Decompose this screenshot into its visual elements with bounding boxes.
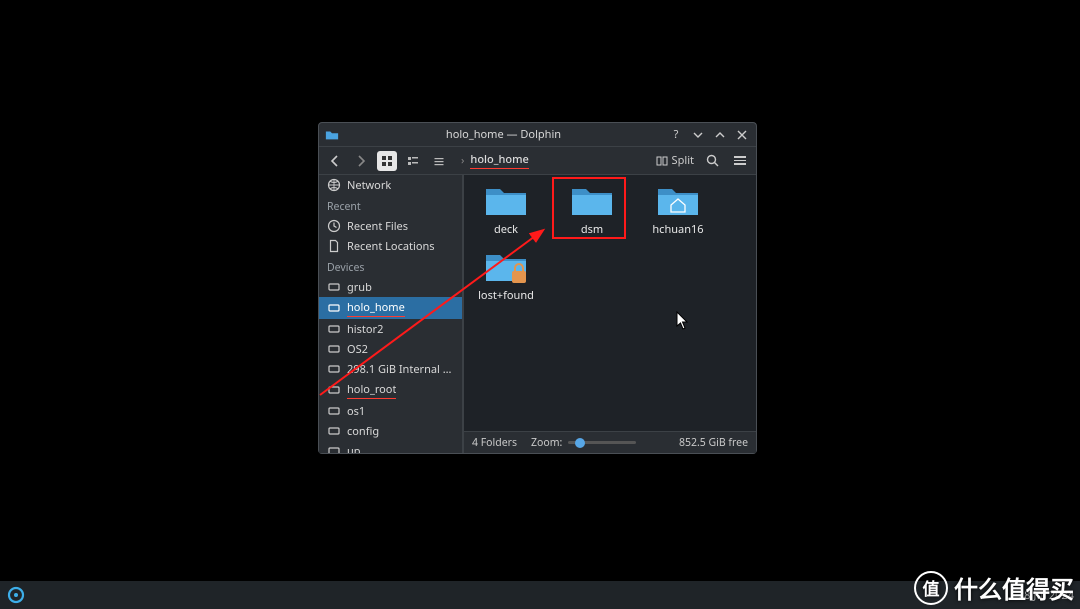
folder-dsm[interactable]: dsm (562, 183, 622, 239)
sidebar-recent-locations[interactable]: Recent Locations (319, 236, 462, 256)
document-icon (327, 239, 341, 253)
sidebar-item-label: grub (347, 280, 372, 295)
sidebar-item-label: up (347, 444, 361, 454)
hamburger-icon (734, 156, 746, 165)
watermark-text: 什么值得买 (954, 570, 1074, 605)
sidebar-item-label: Recent Locations (347, 239, 435, 254)
places-sidebar[interactable]: Network Recent Recent Files Recent Locat… (319, 175, 463, 453)
drive-icon (327, 280, 341, 294)
zoom-control[interactable]: Zoom: (531, 436, 636, 450)
sidebar-device-holo-home[interactable]: holo_home (319, 297, 462, 319)
folder-label: deck (494, 222, 518, 237)
breadcrumb-separator: › (461, 153, 464, 168)
window-title: holo_home — Dolphin (345, 127, 662, 142)
zoom-slider-thumb[interactable] (575, 438, 585, 448)
watermark-badge: 值 (914, 571, 948, 605)
sidebar-device-grub[interactable]: grub (319, 277, 462, 297)
locked-folder-icon (484, 249, 528, 285)
nav-forward-button[interactable] (351, 151, 371, 171)
close-button[interactable] (734, 127, 750, 143)
folder-deck[interactable]: deck (476, 183, 536, 239)
menu-button[interactable] (730, 151, 750, 171)
maximize-button[interactable] (712, 127, 728, 143)
drive-icon (327, 301, 341, 315)
statusbar: 4 Folders Zoom: 852.5 GiB free (464, 431, 756, 453)
help-button[interactable]: ? (668, 127, 684, 143)
drive-icon (327, 404, 341, 418)
folder-lost-found[interactable]: lost+found (476, 249, 536, 303)
breadcrumb-current[interactable]: holo_home (470, 152, 528, 169)
sidebar-device-histor2[interactable]: histor2 (319, 319, 462, 339)
folder-label: dsm (581, 222, 603, 239)
drive-icon (327, 322, 341, 336)
globe-icon (327, 178, 341, 192)
toolbar: › holo_home Split (319, 147, 756, 175)
view-icons-button[interactable] (377, 151, 397, 171)
folder-icon (484, 183, 528, 219)
home-folder-icon (656, 183, 700, 219)
sidebar-item-label: os1 (347, 404, 365, 419)
minimize-button[interactable] (690, 127, 706, 143)
drive-icon (327, 342, 341, 356)
view-details-button[interactable] (429, 151, 449, 171)
start-menu-button[interactable] (6, 585, 26, 605)
zoom-label: Zoom: (531, 436, 562, 450)
window-body: Network Recent Recent Files Recent Locat… (319, 175, 756, 453)
split-label: Split (672, 153, 694, 168)
sidebar-item-label: holo_home (347, 300, 405, 317)
split-view-button[interactable]: Split (656, 153, 694, 168)
drive-icon (327, 424, 341, 438)
drive-icon (327, 362, 341, 376)
folder-icon (570, 183, 614, 219)
sidebar-item-label: Network (347, 178, 391, 193)
sidebar-device-internal-drive[interactable]: 298.1 GiB Internal Drive (s… (319, 359, 462, 379)
sidebar-network[interactable]: Network (319, 175, 462, 195)
folder-count: 4 Folders (472, 436, 517, 450)
sidebar-device-config[interactable]: config (319, 421, 462, 441)
breadcrumb[interactable]: › holo_home (461, 152, 529, 169)
folder-label: lost+found (478, 288, 534, 303)
free-space: 852.5 GiB free (679, 436, 748, 450)
drive-icon (327, 444, 341, 453)
sidebar-device-os2[interactable]: OS2 (319, 339, 462, 359)
mouse-cursor-icon (676, 311, 690, 331)
titlebar: holo_home — Dolphin ? (319, 123, 756, 147)
sidebar-item-label: holo_root (347, 382, 396, 399)
nav-back-button[interactable] (325, 151, 345, 171)
zoom-slider[interactable] (568, 441, 636, 444)
folder-label: hchuan16 (652, 222, 703, 237)
sidebar-section-devices: Devices (319, 256, 462, 277)
content-pane[interactable]: deck dsm hchuan16 lost+found (463, 175, 756, 453)
watermark: 值 什么值得买 (914, 570, 1074, 605)
sidebar-item-label: OS2 (347, 342, 368, 357)
drive-icon (327, 383, 341, 397)
folder-hchuan16[interactable]: hchuan16 (648, 183, 708, 239)
sidebar-item-label: 298.1 GiB Internal Drive (s… (347, 362, 454, 377)
sidebar-item-label: Recent Files (347, 219, 408, 234)
sidebar-device-os1[interactable]: os1 (319, 401, 462, 421)
sidebar-recent-files[interactable]: Recent Files (319, 216, 462, 236)
app-icon (325, 128, 339, 142)
dolphin-window: holo_home — Dolphin ? › holo_hom (318, 122, 757, 454)
icon-grid: deck dsm hchuan16 lost+found (464, 175, 756, 431)
sidebar-device-up[interactable]: up (319, 441, 462, 453)
sidebar-device-holo-root[interactable]: holo_root (319, 379, 462, 401)
clock-icon (327, 219, 341, 233)
sidebar-item-label: histor2 (347, 322, 383, 337)
search-button[interactable] (702, 151, 722, 171)
sidebar-section-recent: Recent (319, 195, 462, 216)
view-compact-button[interactable] (403, 151, 423, 171)
sidebar-item-label: config (347, 424, 379, 439)
